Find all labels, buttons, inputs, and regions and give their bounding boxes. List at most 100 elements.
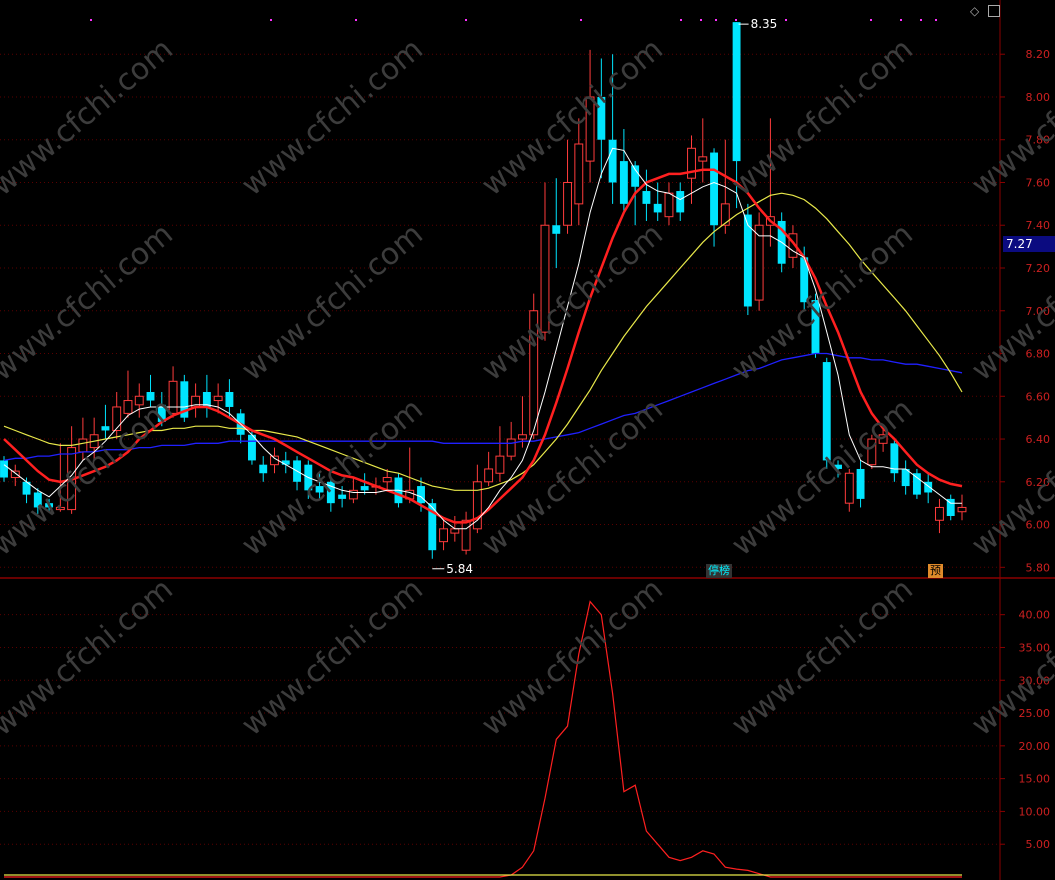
candle-body (867, 438, 877, 466)
candle-body (574, 143, 584, 205)
candle-body (45, 503, 54, 508)
candle-body (338, 494, 347, 499)
y-tick-label: 10.00 (1019, 805, 1051, 818)
candle-body (540, 224, 550, 333)
signal-marker (785, 19, 787, 21)
candle-body (439, 528, 448, 543)
candle-body (822, 362, 831, 461)
signal-marker (920, 19, 922, 21)
candle-body (935, 506, 944, 521)
candle-body (518, 434, 527, 440)
candle-body (687, 147, 696, 179)
candle-body (844, 472, 854, 504)
y-tick-label: 6.60 (1026, 390, 1051, 403)
signal-marker (680, 19, 682, 21)
y-tick-label: 40.00 (1019, 609, 1051, 622)
y-tick-label: 8.00 (1026, 91, 1051, 104)
y-tick-label: 5.80 (1026, 561, 1051, 574)
window-icon[interactable] (988, 5, 1000, 17)
y-tick-label: 8.20 (1026, 48, 1051, 61)
candle-body (664, 192, 674, 218)
candle-body (78, 438, 88, 453)
candle-body (112, 406, 122, 431)
candle-body (213, 395, 223, 402)
signal-marker (870, 19, 872, 21)
candle-body (123, 400, 133, 414)
candle-body (360, 486, 369, 491)
candle-body (382, 477, 392, 483)
candle-body (834, 464, 842, 469)
candle-body (720, 203, 730, 226)
indicator-red-line (4, 600, 962, 878)
y-tick-label: 7.80 (1026, 134, 1051, 147)
candle-body (472, 481, 482, 530)
signal-marker (355, 19, 357, 21)
candle-body (653, 203, 662, 213)
candle-body (585, 96, 595, 162)
candle-body (710, 152, 718, 226)
signal-marker (580, 19, 582, 21)
signal-marker (465, 19, 467, 21)
y-tick-label: 15.00 (1019, 773, 1051, 786)
candle-body (259, 464, 268, 474)
candle-body (608, 139, 617, 183)
candle-body (563, 181, 572, 226)
candle-body (732, 22, 741, 162)
candle-body (597, 96, 606, 140)
candle-body (461, 519, 471, 551)
signal-marker (700, 19, 702, 21)
candle-body (878, 434, 888, 444)
y-tick-label: 7.40 (1026, 219, 1051, 232)
y-tick-label: 6.20 (1026, 476, 1051, 489)
y-tick-label: 6.00 (1026, 519, 1051, 532)
limit-badge[interactable]: 停榜 (706, 564, 732, 578)
high-annotation: 8.35 (751, 17, 778, 31)
y-tick-label: 20.00 (1019, 740, 1051, 753)
candle-body (698, 156, 708, 162)
candle-body (0, 460, 8, 478)
candle-body (912, 473, 921, 495)
candle-body (225, 392, 234, 407)
y-tick-label: 6.80 (1026, 348, 1051, 361)
y-tick-label: 25.00 (1019, 707, 1051, 720)
candle-body (631, 165, 640, 187)
y-tick-label: 5.00 (1026, 838, 1051, 851)
signal-marker (715, 19, 717, 21)
current-price-label: 7.27 (1003, 236, 1055, 252)
signal-marker (900, 19, 902, 21)
y-tick-label: 35.00 (1019, 641, 1051, 654)
diamond-icon[interactable]: ◇ (970, 4, 979, 18)
candle-body (146, 392, 155, 401)
y-tick-label: 7.60 (1026, 176, 1051, 189)
candle-body (495, 455, 505, 474)
candle-body (619, 161, 628, 204)
candle-body (33, 492, 42, 508)
y-tick-label: 7.20 (1026, 262, 1051, 275)
candle-body (55, 506, 65, 511)
candle-body (811, 300, 820, 354)
candle-body (529, 310, 539, 436)
candle-body (676, 191, 685, 213)
candle-body (417, 486, 425, 504)
candle-body (957, 506, 967, 513)
candle-body (10, 470, 20, 479)
ma-blue-line (3, 352, 963, 462)
stock-chart: 8.20 8.00 7.80 7.60 7.40 7.20 7.00 6.80 6.60 6.40… (0, 0, 1055, 880)
signal-marker (735, 19, 737, 21)
candle-body (450, 528, 460, 534)
candle-body (134, 395, 144, 406)
y-tick-label: 6.40 (1026, 433, 1051, 446)
low-annotation: 5.84 (446, 562, 473, 576)
signal-marker (270, 19, 272, 21)
candle-body (856, 468, 865, 499)
candle-body (506, 438, 516, 457)
forecast-badge[interactable]: 预 (928, 564, 943, 578)
candle-body (754, 224, 764, 301)
candle-body (315, 486, 324, 493)
candle-body (101, 426, 110, 431)
signal-marker (90, 19, 92, 21)
candle-body (642, 191, 651, 204)
y-tick-label: 30.00 (1019, 674, 1051, 687)
y-tick-label: 7.00 (1026, 305, 1051, 318)
candle-body (484, 468, 494, 483)
